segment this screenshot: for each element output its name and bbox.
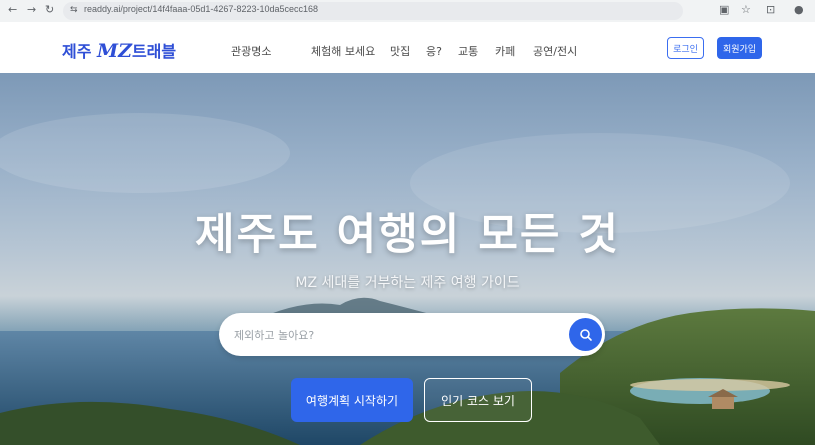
hero-subtitle: MZ 세대를 거부하는 제주 여행 가이드 bbox=[295, 275, 520, 291]
bookmark-star-icon[interactable]: ☆ bbox=[741, 3, 751, 16]
forward-icon[interactable]: → bbox=[27, 3, 36, 16]
menu-item-shows[interactable]: 공연/전시 bbox=[533, 43, 577, 59]
browser-toolbar: ← → ↻ ⇆ readdy.ai/project/14f4faaa-05d1-… bbox=[0, 0, 815, 22]
menu-item-food[interactable]: 맛집 bbox=[390, 43, 410, 59]
menu-item-experience[interactable]: 체험해 보세요 bbox=[311, 43, 375, 59]
translate-icon[interactable]: ▣ bbox=[719, 3, 729, 16]
login-button[interactable]: 로그인 bbox=[667, 37, 704, 59]
search-icon bbox=[579, 328, 592, 341]
url-text[interactable]: readdy.ai/project/14f4faaa-05d1-4267-822… bbox=[84, 4, 318, 14]
back-icon[interactable]: ← bbox=[8, 3, 17, 16]
menu-item-transport[interactable]: 교통 bbox=[458, 43, 478, 59]
search-input[interactable]: 제외하고 놀아요? bbox=[234, 327, 314, 343]
search-button[interactable] bbox=[569, 318, 602, 351]
profile-icon[interactable]: ● bbox=[794, 3, 804, 16]
logo-prefix: 제주 bbox=[62, 42, 92, 61]
start-planning-button[interactable]: 여행계획 시작하기 bbox=[291, 378, 413, 422]
popular-courses-button[interactable]: 인기 코스 보기 bbox=[424, 378, 532, 422]
hero-search-box[interactable]: 제외하고 놀아요? bbox=[219, 313, 605, 356]
hero-title: 제주도 여행의 모든 것 bbox=[195, 210, 620, 260]
menu-item-misc[interactable]: 응? bbox=[426, 43, 442, 59]
reload-icon[interactable]: ↻ bbox=[45, 3, 54, 16]
site-logo[interactable]: 제주 MZ트래블 bbox=[62, 38, 176, 62]
logo-mz: MZ bbox=[97, 40, 132, 62]
logo-suffix: 트래블 bbox=[131, 42, 177, 61]
signup-button[interactable]: 회원가입 bbox=[717, 37, 762, 59]
menu-item-cafe[interactable]: 카페 bbox=[495, 43, 515, 59]
menu-item-attractions[interactable]: 관광명소 bbox=[231, 43, 271, 59]
site-info-icon[interactable]: ⇆ bbox=[70, 5, 78, 15]
extensions-icon[interactable]: ⊡ bbox=[766, 3, 775, 16]
